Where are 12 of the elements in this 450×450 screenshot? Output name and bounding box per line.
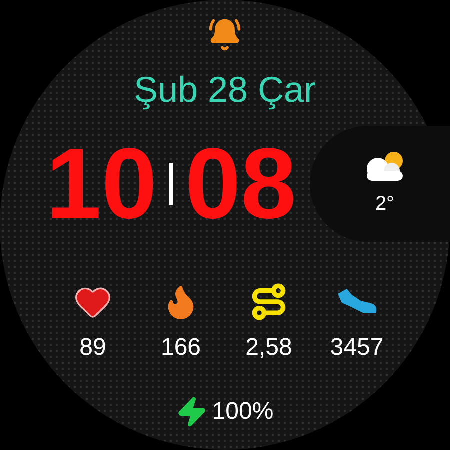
lightning-icon (176, 396, 208, 428)
stat-value: 2,58 (246, 333, 292, 363)
battery-text: 100% (212, 397, 274, 427)
stat-value: 3457 (330, 333, 384, 363)
date-text: Şub 28 Çar (134, 72, 316, 108)
hours-text: 10 (46, 134, 158, 234)
temperature-text: 2° (375, 192, 395, 217)
minutes-text: 08 (185, 134, 296, 234)
route-icon (250, 283, 288, 321)
stat-value: 89 (80, 333, 106, 363)
bell-icon (208, 18, 242, 52)
stat-value: 166 (160, 333, 202, 363)
